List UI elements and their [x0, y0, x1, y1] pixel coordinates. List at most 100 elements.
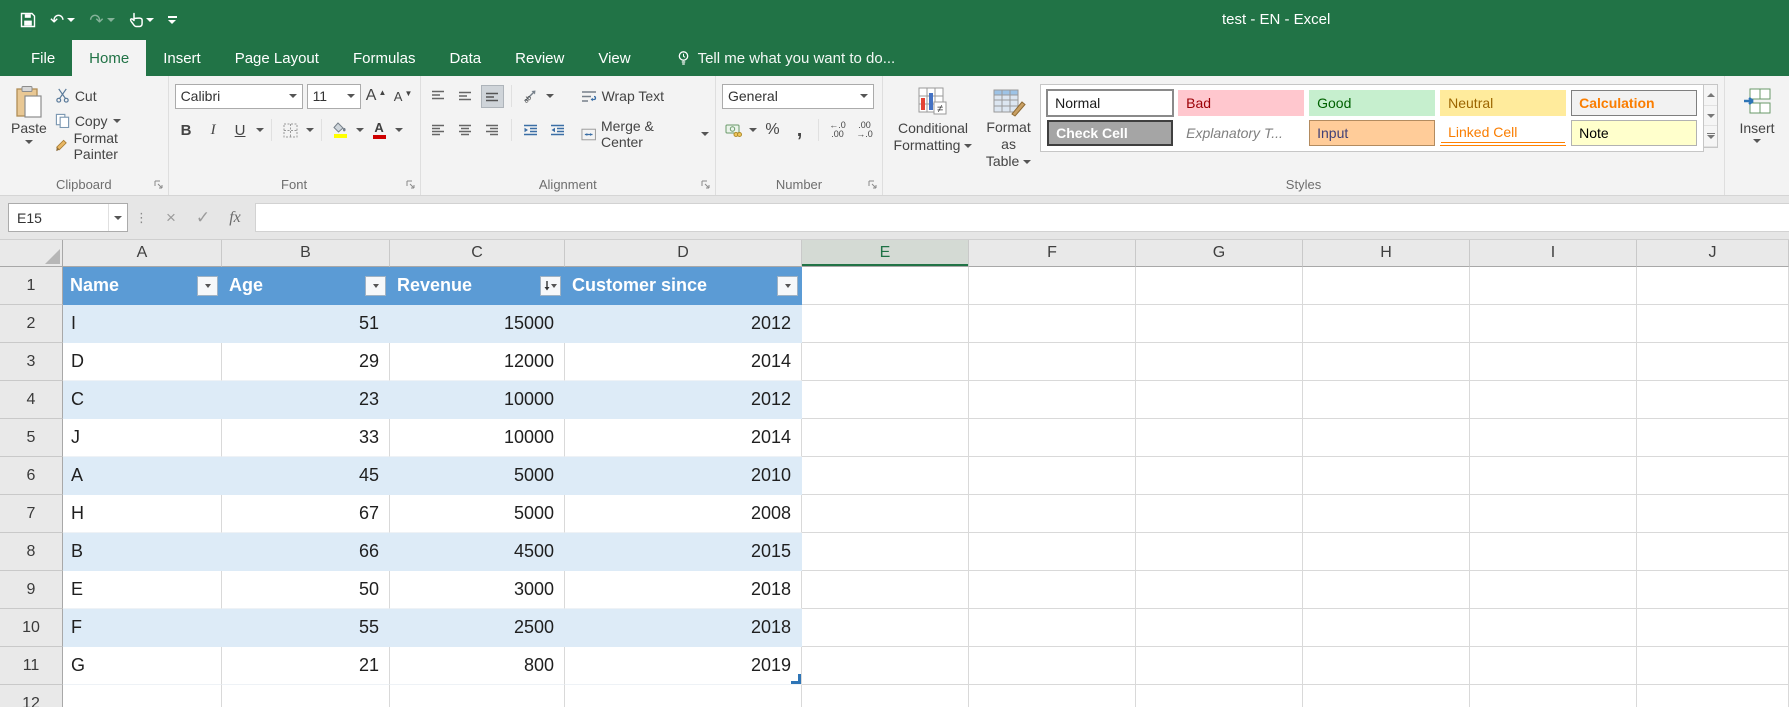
cell-J6[interactable] — [1637, 457, 1789, 495]
percent-style-button[interactable]: % — [761, 119, 784, 142]
touch-mouse-mode-button[interactable] — [125, 10, 158, 30]
touch-mode-dropdown-caret-icon[interactable] — [146, 18, 154, 22]
cell-E11[interactable] — [802, 647, 969, 685]
cell-F10[interactable] — [969, 609, 1136, 647]
cell-C10[interactable]: 2500 — [390, 609, 565, 647]
increase-indent-button[interactable] — [546, 119, 569, 142]
cell-C5[interactable]: 10000 — [390, 419, 565, 457]
insert-cells-button[interactable]: Insert — [1731, 81, 1783, 173]
cell-J9[interactable] — [1637, 571, 1789, 609]
tab-page-layout[interactable]: Page Layout — [218, 40, 336, 76]
alignment-dialog-launcher[interactable] — [701, 180, 711, 190]
cell-E6[interactable] — [802, 457, 969, 495]
cell-F6[interactable] — [969, 457, 1136, 495]
align-left-button[interactable] — [427, 119, 450, 142]
column-header-J[interactable]: J — [1637, 240, 1789, 267]
cell-J12[interactable] — [1637, 685, 1789, 707]
wrap-text-button[interactable]: Wrap Text — [581, 81, 709, 111]
cell-D7[interactable]: 2008 — [565, 495, 802, 533]
cell-A5[interactable]: J — [63, 419, 222, 457]
cell-style-note[interactable]: Note — [1571, 120, 1697, 146]
column-header-A[interactable]: A — [63, 240, 222, 267]
cell-I11[interactable] — [1470, 647, 1637, 685]
font-dialog-launcher[interactable] — [406, 180, 416, 190]
cell-D3[interactable]: 2014 — [565, 343, 802, 381]
row-header-8[interactable]: 8 — [0, 533, 63, 571]
row-header-1[interactable]: 1 — [0, 267, 63, 305]
row-header-5[interactable]: 5 — [0, 419, 63, 457]
row-header-10[interactable]: 10 — [0, 609, 63, 647]
cell-H11[interactable] — [1303, 647, 1470, 685]
cell-D9[interactable]: 2018 — [565, 571, 802, 609]
column-header-F[interactable]: F — [969, 240, 1136, 267]
cell-style-normal[interactable]: Normal — [1047, 90, 1173, 116]
save-button[interactable] — [16, 10, 40, 30]
cell-I9[interactable] — [1470, 571, 1637, 609]
cell-H3[interactable] — [1303, 343, 1470, 381]
cell-F12[interactable] — [969, 685, 1136, 707]
cell-E4[interactable] — [802, 381, 969, 419]
cell-I1[interactable] — [1470, 267, 1637, 305]
column-header-C[interactable]: C — [390, 240, 565, 267]
cell-D10[interactable]: 2018 — [565, 609, 802, 647]
filter-button-customer-since[interactable] — [777, 276, 798, 296]
cell-I5[interactable] — [1470, 419, 1637, 457]
filter-button-age[interactable] — [365, 276, 386, 296]
cell-H4[interactable] — [1303, 381, 1470, 419]
cell-G9[interactable] — [1136, 571, 1303, 609]
font-color-button[interactable]: A — [368, 119, 391, 142]
number-format-combo[interactable]: General — [722, 84, 874, 109]
italic-button[interactable]: I — [202, 119, 225, 142]
insert-function-button[interactable]: fx — [219, 203, 251, 232]
cancel-button[interactable]: × — [155, 203, 187, 232]
cell-G4[interactable] — [1136, 381, 1303, 419]
align-right-button[interactable] — [481, 119, 504, 142]
table-header-age[interactable]: Age — [222, 267, 390, 305]
tab-data[interactable]: Data — [432, 40, 498, 76]
cell-C7[interactable]: 5000 — [390, 495, 565, 533]
cell-B6[interactable]: 45 — [222, 457, 390, 495]
cell-C11[interactable]: 800 — [390, 647, 565, 685]
decrease-indent-button[interactable] — [519, 119, 542, 142]
font-name-combo[interactable]: Calibri — [175, 84, 303, 109]
cell-style-calculation[interactable]: Calculation — [1571, 90, 1697, 116]
cell-I2[interactable] — [1470, 305, 1637, 343]
cell-I4[interactable] — [1470, 381, 1637, 419]
table-header-name[interactable]: Name — [63, 267, 222, 305]
select-all-button[interactable] — [0, 240, 63, 267]
cell-H10[interactable] — [1303, 609, 1470, 647]
cell-J7[interactable] — [1637, 495, 1789, 533]
bottom-align-button[interactable] — [481, 85, 504, 108]
cell-E10[interactable] — [802, 609, 969, 647]
row-header-6[interactable]: 6 — [0, 457, 63, 495]
cell-H12[interactable] — [1303, 685, 1470, 707]
cell-J10[interactable] — [1637, 609, 1789, 647]
cell-B8[interactable]: 66 — [222, 533, 390, 571]
filter-button-revenue[interactable] — [540, 276, 561, 296]
cell-style-linked-cell[interactable]: Linked Cell — [1440, 120, 1566, 146]
borders-button[interactable] — [279, 119, 302, 142]
cell-C9[interactable]: 3000 — [390, 571, 565, 609]
cell-style-check-cell[interactable]: Check Cell — [1047, 120, 1173, 146]
cell-C8[interactable]: 4500 — [390, 533, 565, 571]
tell-me-box[interactable]: Tell me what you want to do... — [676, 40, 896, 76]
undo-dropdown-caret-icon[interactable] — [67, 18, 75, 22]
cell-style-explanatory-t[interactable]: Explanatory T... — [1178, 120, 1304, 146]
tab-review[interactable]: Review — [498, 40, 581, 76]
cell-style-bad[interactable]: Bad — [1178, 90, 1304, 116]
cell-B9[interactable]: 50 — [222, 571, 390, 609]
row-header-2[interactable]: 2 — [0, 305, 63, 343]
underline-dropdown-caret-icon[interactable] — [256, 128, 264, 132]
cell-A9[interactable]: E — [63, 571, 222, 609]
cell-F5[interactable] — [969, 419, 1136, 457]
conditional-formatting-button[interactable]: ≠ Conditional Formatting — [889, 81, 977, 173]
number-dialog-launcher[interactable] — [868, 180, 878, 190]
accounting-format-button[interactable] — [722, 119, 745, 142]
cell-G3[interactable] — [1136, 343, 1303, 381]
font-color-dropdown-caret-icon[interactable] — [395, 128, 403, 132]
cell-C3[interactable]: 12000 — [390, 343, 565, 381]
cell-E8[interactable] — [802, 533, 969, 571]
cell-A2[interactable]: I — [63, 305, 222, 343]
row-header-3[interactable]: 3 — [0, 343, 63, 381]
cell-G11[interactable] — [1136, 647, 1303, 685]
